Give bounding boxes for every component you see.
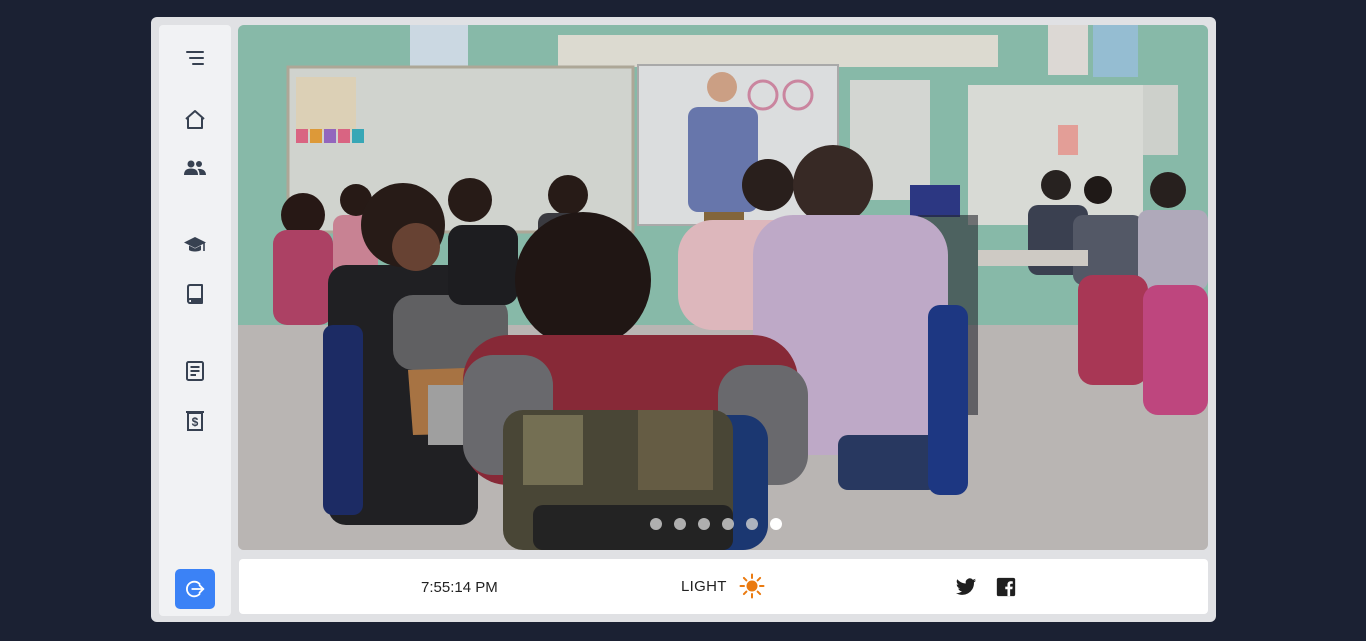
- users-icon[interactable]: [183, 156, 207, 180]
- facebook-icon[interactable]: [995, 576, 1017, 598]
- logout-button[interactable]: [175, 569, 215, 609]
- carousel-dots: [238, 518, 1201, 530]
- carousel-dot[interactable]: [746, 518, 758, 530]
- app-frame: $ 7:55:14 PM LIGHT: [151, 17, 1216, 622]
- graduation-cap-icon[interactable]: [183, 234, 207, 258]
- carousel-dot[interactable]: [650, 518, 662, 530]
- book-icon[interactable]: [183, 282, 207, 306]
- sidebar: $: [159, 25, 231, 616]
- footer-bar: 7:55:14 PM LIGHT: [239, 559, 1208, 614]
- carousel-dot[interactable]: [674, 518, 686, 530]
- carousel-dot[interactable]: [698, 518, 710, 530]
- classroom-photo: [238, 25, 1208, 550]
- menu-icon[interactable]: [183, 46, 207, 70]
- logout-icon: [186, 580, 205, 598]
- sun-icon[interactable]: [739, 573, 765, 599]
- twitter-icon[interactable]: [955, 576, 977, 598]
- theme-label: LIGHT: [681, 578, 727, 595]
- document-icon[interactable]: [183, 359, 207, 383]
- hero-carousel: [238, 25, 1208, 550]
- svg-text:$: $: [192, 415, 199, 429]
- carousel-dot[interactable]: [722, 518, 734, 530]
- carousel-dot[interactable]: [770, 518, 782, 530]
- receipt-icon[interactable]: $: [183, 409, 207, 433]
- clock-time: 7:55:14 PM: [421, 579, 498, 596]
- home-icon[interactable]: [183, 108, 207, 132]
